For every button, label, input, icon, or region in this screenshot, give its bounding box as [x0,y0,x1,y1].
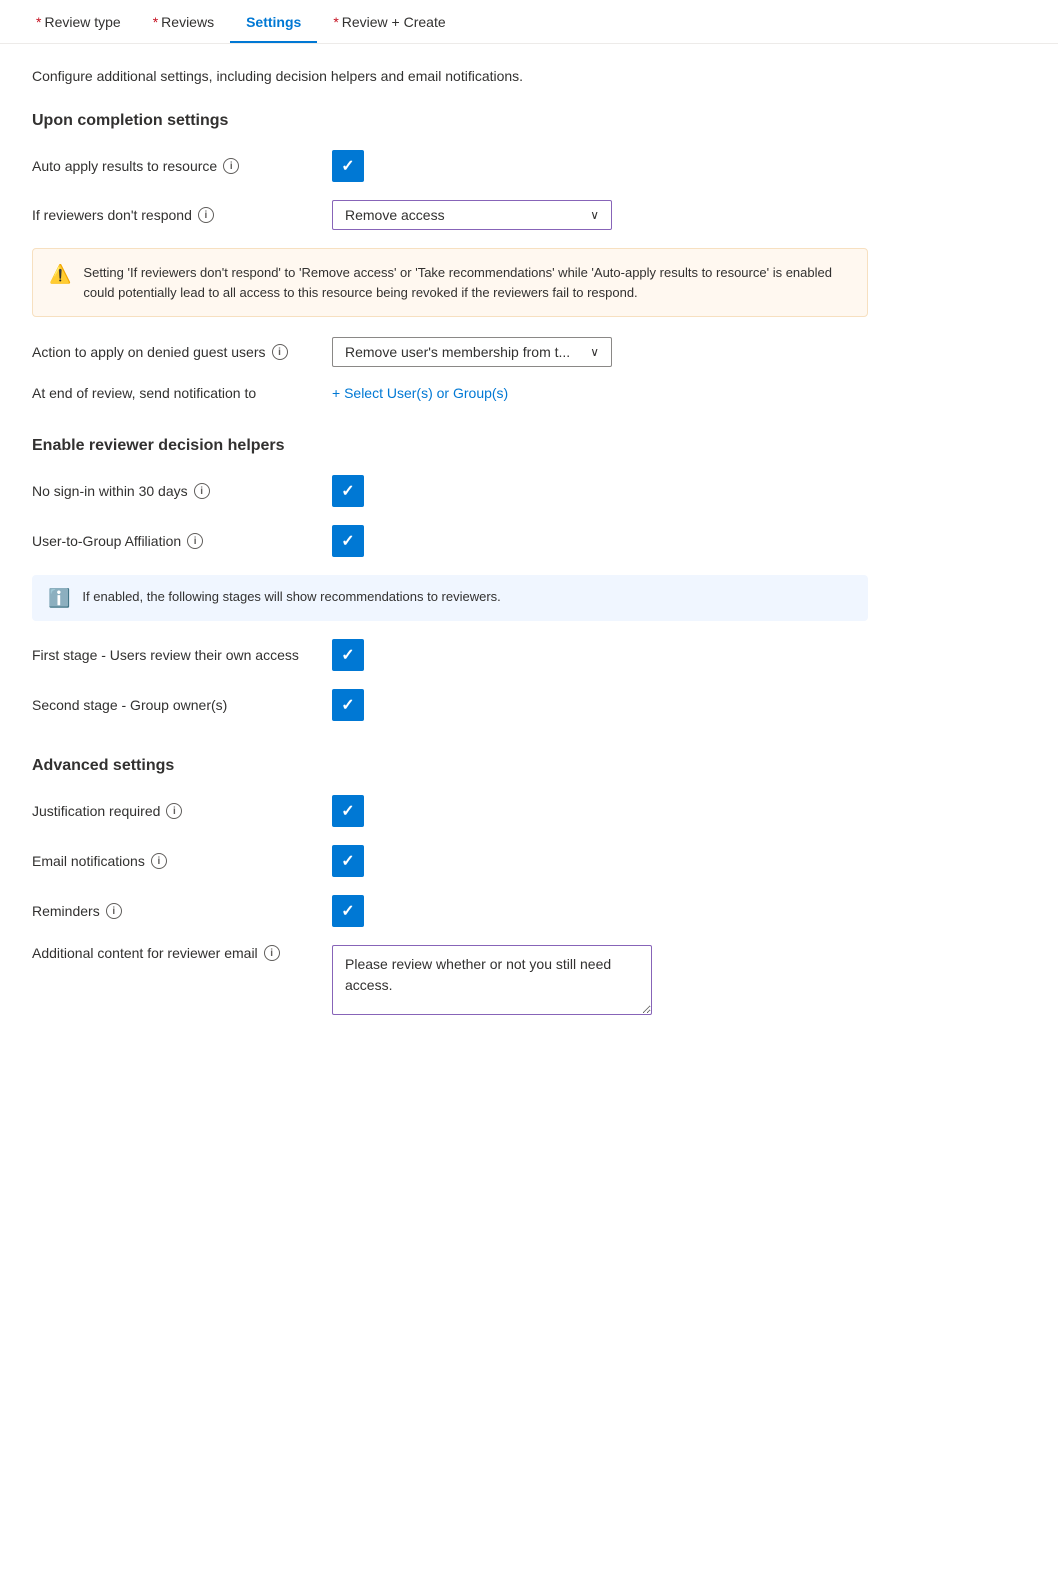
user-group-affiliation-label: User-to-Group Affiliation i [32,533,312,549]
justification-label: Justification required i [32,803,312,819]
reminders-row: Reminders i [32,895,868,927]
if-reviewers-label: If reviewers don't respond i [32,207,312,223]
tab-reviews[interactable]: * Reviews [137,0,230,43]
decision-helpers-title: Enable reviewer decision helpers [32,437,868,455]
justification-row: Justification required i [32,795,868,827]
upon-completion-section: Upon completion settings Auto apply resu… [32,112,868,401]
action-denied-info-icon[interactable]: i [272,344,288,360]
advanced-settings-section: Advanced settings Justification required… [32,757,868,1015]
auto-apply-info-icon[interactable]: i [223,158,239,174]
auto-apply-checkbox[interactable] [332,150,364,182]
tab-settings[interactable]: Settings [230,0,317,43]
warning-text: Setting 'If reviewers don't respond' to … [83,263,851,302]
upon-completion-title: Upon completion settings [32,112,868,130]
first-stage-label: First stage - Users review their own acc… [32,647,312,663]
dropdown-arrow-icon: ∨ [590,345,599,359]
reminders-label: Reminders i [32,903,312,919]
auto-apply-row: Auto apply results to resource i [32,150,868,182]
first-stage-checkbox[interactable] [332,639,364,671]
reminders-info-icon[interactable]: i [106,903,122,919]
action-denied-label: Action to apply on denied guest users i [32,344,312,360]
tab-review-type[interactable]: * Review type [20,0,137,43]
warning-box: ⚠️ Setting 'If reviewers don't respond' … [32,248,868,317]
if-reviewers-row: If reviewers don't respond i Remove acce… [32,200,868,230]
tab-navigation: * Review type * Reviews Settings * Revie… [0,0,1058,44]
decision-helpers-section: Enable reviewer decision helpers No sign… [32,437,868,721]
required-star: * [333,14,338,30]
second-stage-label: Second stage - Group owner(s) [32,697,312,713]
notification-row: At end of review, send notification to +… [32,385,868,401]
dropdown-arrow-icon: ∨ [590,208,599,222]
justification-checkbox[interactable] [332,795,364,827]
second-stage-row: Second stage - Group owner(s) [32,689,868,721]
email-notifications-row: Email notifications i [32,845,868,877]
additional-content-label: Additional content for reviewer email i [32,945,312,961]
no-signin-row: No sign-in within 30 days i [32,475,868,507]
first-stage-row: First stage - Users review their own acc… [32,639,868,671]
page-subtitle: Configure additional settings, including… [32,68,868,84]
info-circle-icon: ℹ️ [48,588,70,609]
no-signin-checkbox[interactable] [332,475,364,507]
justification-info-icon[interactable]: i [166,803,182,819]
advanced-settings-title: Advanced settings [32,757,868,775]
warning-icon: ⚠️ [49,264,71,302]
if-reviewers-info-icon[interactable]: i [198,207,214,223]
action-denied-row: Action to apply on denied guest users i … [32,337,868,367]
user-group-affiliation-row: User-to-Group Affiliation i [32,525,868,557]
reminders-checkbox[interactable] [332,895,364,927]
select-users-groups-button[interactable]: + Select User(s) or Group(s) [332,385,508,401]
no-signin-info-icon[interactable]: i [194,483,210,499]
email-notifications-checkbox[interactable] [332,845,364,877]
notification-label: At end of review, send notification to [32,385,312,401]
additional-content-row: Additional content for reviewer email i … [32,945,868,1015]
email-info-icon[interactable]: i [151,853,167,869]
required-star: * [36,14,41,30]
second-stage-checkbox[interactable] [332,689,364,721]
info-box-text: If enabled, the following stages will sh… [82,587,500,609]
action-denied-dropdown[interactable]: Remove user's membership from t... ∨ [332,337,612,367]
auto-apply-label: Auto apply results to resource i [32,158,312,174]
no-signin-label: No sign-in within 30 days i [32,483,312,499]
user-group-affiliation-checkbox[interactable] [332,525,364,557]
info-box: ℹ️ If enabled, the following stages will… [32,575,868,621]
user-group-info-icon[interactable]: i [187,533,203,549]
if-reviewers-dropdown[interactable]: Remove access ∨ [332,200,612,230]
email-notifications-label: Email notifications i [32,853,312,869]
additional-content-info-icon[interactable]: i [264,945,280,961]
main-content: Configure additional settings, including… [0,44,900,1075]
additional-content-textarea[interactable]: Please review whether or not you still n… [332,945,652,1015]
required-star: * [153,14,158,30]
tab-review-create[interactable]: * Review + Create [317,0,461,43]
